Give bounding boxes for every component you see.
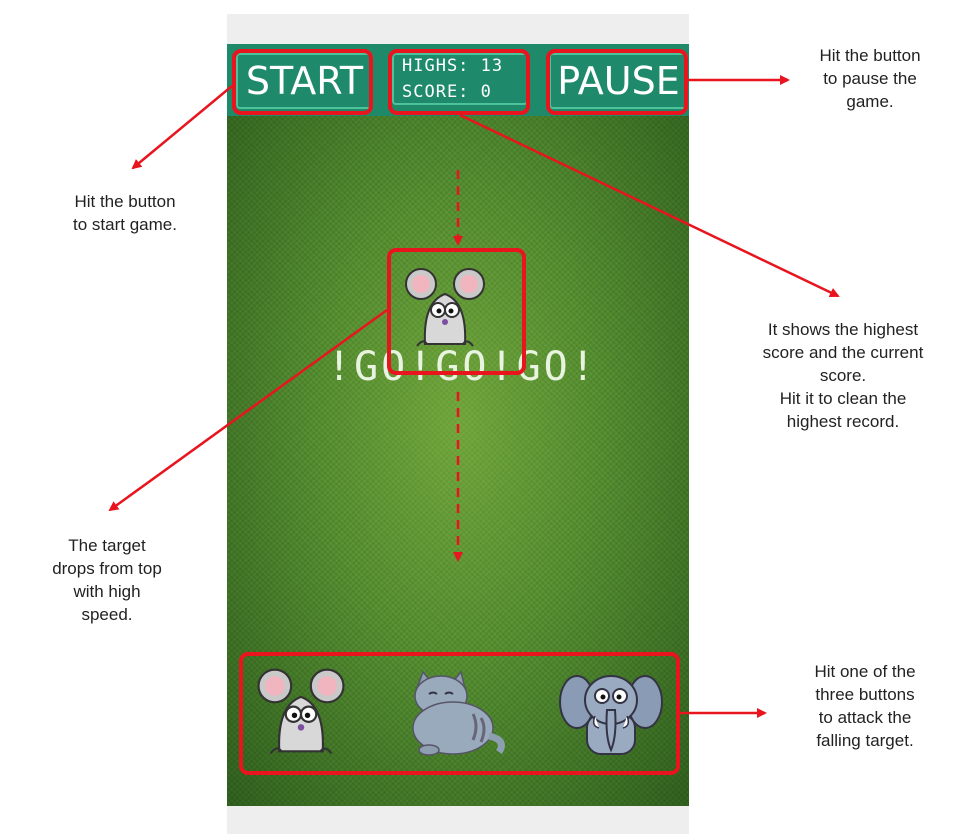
pause-note-line: Hit the button [819,46,921,65]
attack-note-line: Hit one of the [814,662,916,681]
start-note-line: Hit the button [74,192,176,211]
attack-note-line: falling target. [816,731,914,750]
start-note-line: to start game. [73,215,177,234]
attack-note: Hit one of the three buttons to attack t… [770,660,960,752]
start-arrow [131,85,233,170]
score-note: It shows the highest score and the curre… [728,318,958,433]
target-note-line: drops from top [52,559,162,578]
score-note-line: Hit it to clean the [779,389,907,408]
score-note-line: score and the current [762,343,924,362]
attack-note-line: three buttons [815,685,915,704]
start-note: Hit the button to start game. [30,190,220,236]
score-note-line: score. [819,366,867,385]
target-note: The target drops from top with high spee… [22,534,192,626]
score-note-line: highest record. [786,412,900,431]
pause-note-line: game. [846,92,894,111]
pause-note-line: to pause the [823,69,917,88]
pause-note: Hit the button to pause the game. [780,44,960,113]
score-note-line: It shows the highest [767,320,919,339]
target-note-line: The target [68,536,146,555]
attack-note-line: to attack the [818,708,912,727]
score-arrow [459,113,840,298]
target-note-line: with high [73,582,141,601]
target-arrow [108,308,388,512]
target-note-line: speed. [81,605,133,624]
